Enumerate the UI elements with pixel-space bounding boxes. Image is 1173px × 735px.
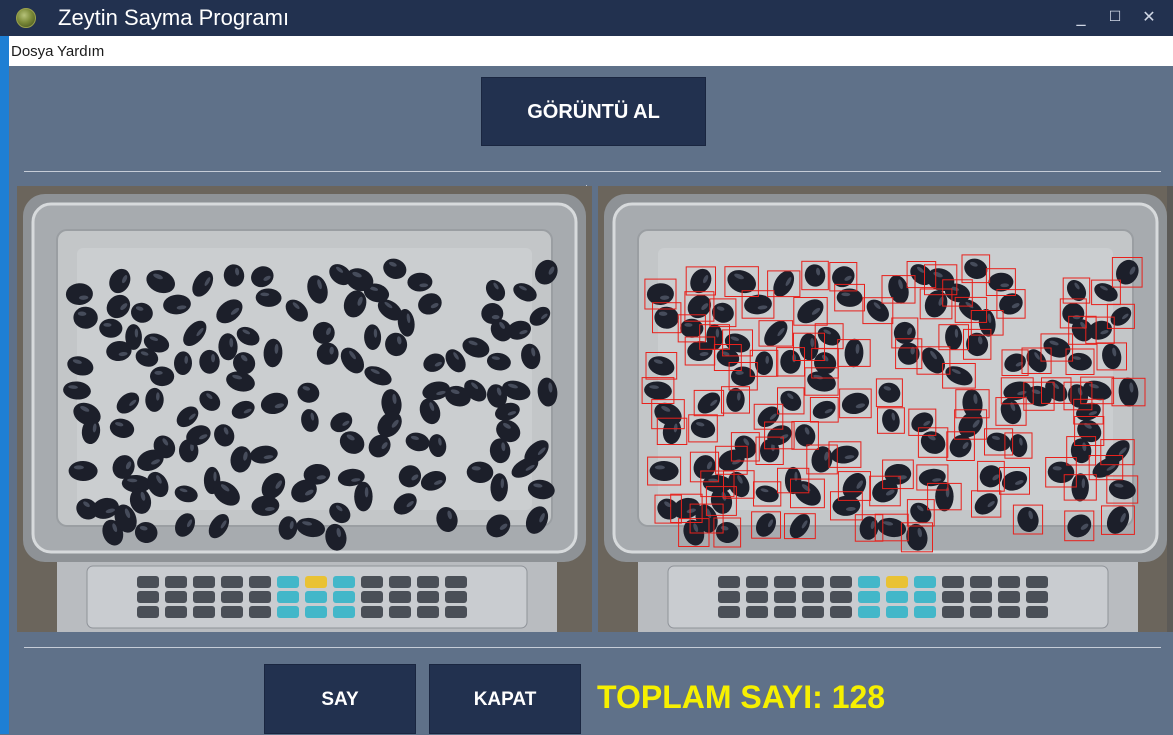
desktop-edge	[0, 0, 9, 734]
menu-dosya[interactable]: Dosya	[11, 43, 54, 61]
capture-image-button[interactable]: GÖRÜNTÜ AL	[481, 77, 706, 146]
title-bar[interactable]: Zeytin Sayma Programı _ ☐ ✕	[0, 0, 1173, 36]
count-button[interactable]: SAY	[264, 664, 416, 734]
original-image-panel	[17, 186, 592, 632]
maximize-button[interactable]: ☐	[1102, 4, 1128, 30]
minimize-button[interactable]: _	[1068, 4, 1094, 30]
close-window-button[interactable]: ✕	[1136, 4, 1162, 30]
close-button[interactable]: KAPAT	[429, 664, 581, 734]
total-count-display: TOPLAM SAYI: 128	[597, 678, 885, 716]
menu-yardim[interactable]: Yardım	[57, 43, 104, 61]
total-count-value: 128	[831, 679, 886, 715]
menu-bar: Dosya Yardım	[9, 36, 1173, 66]
detection-image-panel	[598, 186, 1173, 632]
window-title: Zeytin Sayma Programı	[58, 5, 290, 30]
original-olive-image	[17, 186, 592, 632]
bottom-divider	[24, 647, 1161, 648]
detected-olive-image	[598, 186, 1167, 632]
app-window: Zeytin Sayma Programı _ ☐ ✕ Dosya Yardım…	[0, 0, 1173, 734]
top-divider	[24, 171, 1161, 172]
olive-app-icon	[16, 8, 36, 28]
total-count-label: TOPLAM SAYI:	[597, 679, 823, 715]
